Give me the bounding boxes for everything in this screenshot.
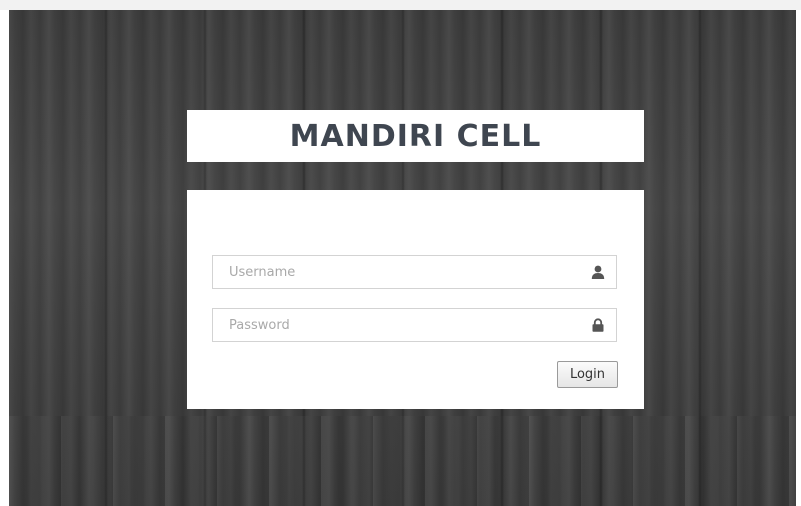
username-field[interactable] (212, 255, 617, 289)
login-button[interactable]: Login (557, 361, 618, 388)
floor-texture (9, 416, 796, 506)
password-field[interactable] (212, 308, 617, 342)
user-icon (591, 265, 605, 279)
app-title: MANDIRI CELL (289, 118, 542, 154)
top-strip (0, 0, 801, 10)
login-form: Login (187, 190, 644, 409)
lock-icon (592, 318, 604, 332)
password-input[interactable] (213, 309, 616, 341)
title-panel: MANDIRI CELL (187, 110, 644, 162)
username-input[interactable] (213, 256, 616, 288)
